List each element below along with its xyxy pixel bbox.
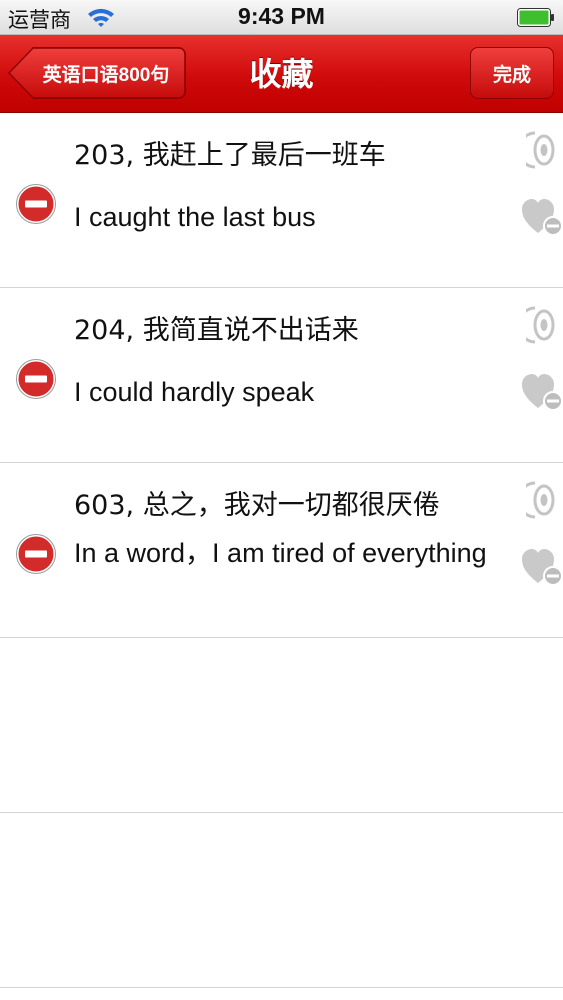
delete-icon[interactable] [16, 359, 56, 399]
sentence-chinese: 204, 我简直说不出话来 [74, 315, 359, 346]
sentence-chinese: 603, 总之，我对一切都很厌倦 [74, 490, 440, 521]
sentence-english: In a word，I am tired of everything [74, 538, 487, 568]
favorites-list: 203, 我赶上了最后一班车 I caught the last bus 204… [0, 113, 563, 988]
battery-icon [517, 8, 554, 27]
delete-icon[interactable] [16, 534, 56, 574]
navigation-bar: 英语口语800句 收藏 完成 [0, 35, 563, 113]
heart-minus-icon[interactable] [520, 197, 563, 239]
list-item: 203, 我赶上了最后一班车 I caught the last bus [0, 113, 563, 288]
heart-minus-icon[interactable] [520, 547, 563, 589]
empty-row [0, 813, 563, 988]
status-bar: 运营商 9:43 PM [0, 0, 563, 35]
sentence-chinese: 203, 我赶上了最后一班车 [74, 140, 386, 171]
list-item: 204, 我简直说不出话来 I could hardly speak [0, 288, 563, 463]
status-time: 9:43 PM [238, 3, 325, 29]
done-button[interactable]: 完成 [470, 47, 554, 99]
delete-icon[interactable] [16, 184, 56, 224]
sentence-english: I could hardly speak [74, 377, 315, 407]
empty-row [0, 638, 563, 813]
list-item: 603, 总之，我对一切都很厌倦 In a word，I am tired of… [0, 463, 563, 638]
sentence-english: I caught the last bus [74, 202, 316, 232]
page-title: 收藏 [249, 55, 314, 93]
speaker-icon[interactable] [526, 129, 560, 171]
back-button[interactable]: 英语口语800句 [8, 47, 186, 99]
speaker-icon[interactable] [526, 479, 560, 521]
speaker-icon[interactable] [526, 304, 560, 346]
heart-minus-icon[interactable] [520, 372, 563, 414]
